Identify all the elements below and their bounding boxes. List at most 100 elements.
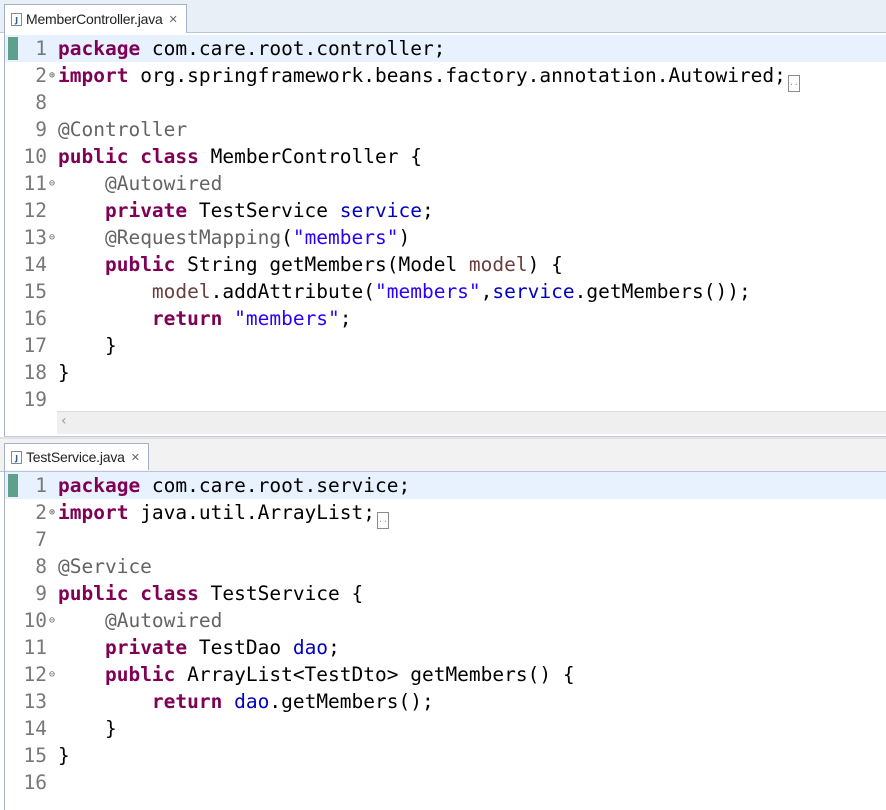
code-token: return [151, 690, 223, 713]
collapse-fold-icon[interactable]: ⊖ [47, 170, 57, 197]
line-number: 9 [35, 582, 47, 605]
code-line[interactable]: 16 [5, 769, 886, 796]
line-number: 2 [35, 64, 47, 87]
code-token: dao [292, 636, 329, 659]
scroll-left-icon[interactable]: ‹ [61, 413, 67, 429]
code-token: service [492, 280, 575, 303]
code-token: } [58, 744, 70, 767]
code-area[interactable]: 1 package com.care.root.service; 2 ⊕ import … [5, 472, 886, 796]
horizontal-scrollbar[interactable]: ‹ [57, 411, 886, 434]
line-number: 8 [35, 91, 47, 114]
code-token: com.care.root.service; [140, 474, 411, 497]
code-line[interactable]: 17 } [5, 332, 886, 359]
line-text: public ArrayList<TestDto> getMembers() { [58, 661, 575, 688]
code-line[interactable]: 8 [5, 89, 886, 116]
code-line[interactable]: 15 model.addAttribute("members",service.… [5, 278, 886, 305]
code-token: public [58, 582, 129, 605]
code-line[interactable]: 11 private TestDao dao; [5, 634, 886, 661]
code-line[interactable]: 15} [5, 742, 886, 769]
editor-member-controller: J MemberController.java ✕ 1 package com.c… [0, 0, 886, 437]
line-number: 7 [35, 528, 47, 551]
code-token: dao [234, 690, 270, 713]
code-line[interactable]: 16 return "members"; [5, 305, 886, 332]
code-token: package [58, 37, 141, 60]
line-number: 8 [35, 555, 47, 578]
line-text: package com.care.root.service; [58, 472, 410, 499]
line-text: } [58, 715, 117, 742]
expand-fold-icon[interactable]: ⊕ [47, 499, 57, 526]
code-token: ) [398, 226, 411, 249]
collapse-fold-icon[interactable]: ⊖ [47, 607, 57, 634]
line-number: 13 [23, 690, 47, 713]
tab-test-service[interactable]: J TestService.java ✕ [4, 443, 149, 470]
editor-tab-strip: J TestService.java ✕ [0, 437, 886, 472]
code-token: com.care.root.controller; [140, 37, 446, 60]
collapse-fold-icon[interactable]: ⊖ [47, 661, 57, 688]
code-line[interactable]: 9 @Controller [5, 116, 886, 143]
collapse-fold-icon[interactable]: ⊖ [47, 224, 57, 251]
code-token: MemberController { [198, 145, 422, 168]
line-number: 9 [35, 118, 47, 141]
code-line[interactable]: 2 ⊕ import org.springframework.beans.facto… [5, 62, 886, 92]
code-token: @RequestMapping [104, 226, 282, 249]
line-text: return dao.getMembers(); [58, 688, 434, 715]
code-line[interactable]: 12 ⊖ public ArrayList<TestDto> getMembers… [5, 661, 886, 688]
line-number: 10 [23, 609, 47, 632]
code-token: TestDao [187, 636, 293, 659]
code-line[interactable]: 14 public String getMembers(Model model)… [5, 251, 886, 278]
code-line[interactable]: 8 @Service [5, 553, 886, 580]
line-text: package com.care.root.controller; [58, 35, 445, 62]
code-line[interactable]: 7 [5, 526, 886, 553]
line-number: 12 [23, 199, 47, 222]
code-line[interactable]: 10 ⊖ @Autowired [5, 607, 886, 634]
line-number: 1 [35, 474, 47, 497]
code-line[interactable]: 1 package com.care.root.service; [5, 472, 886, 499]
line-text: import org.springframework.beans.factory… [58, 62, 800, 92]
code-token: org.springframework.beans.factory.annota… [128, 64, 786, 87]
line-text: public class TestService { [58, 580, 363, 607]
code-line[interactable]: 13 return dao.getMembers(); [5, 688, 886, 715]
line-number: 18 [23, 361, 47, 384]
line-number: 1 [35, 37, 47, 60]
code-token: , [480, 280, 493, 303]
code-token: @Controller [58, 118, 188, 141]
code-line[interactable]: 2 ⊕ import java.util.ArrayList;.. [5, 499, 886, 529]
code-line[interactable]: 13 ⊖ @RequestMapping("members") [5, 224, 886, 251]
code-token: private [104, 636, 188, 659]
line-number: 2 [35, 501, 47, 524]
code-token: return [151, 307, 223, 330]
line-text: } [58, 359, 70, 386]
code-line[interactable]: 1 package com.care.root.controller; [5, 35, 886, 62]
java-file-icon: J [11, 12, 22, 26]
expand-fold-icon[interactable]: ⊕ [47, 62, 57, 89]
code-token: public [58, 145, 129, 168]
line-number: 15 [23, 280, 47, 303]
line-number: 17 [23, 334, 47, 357]
code-line[interactable]: 19 [5, 386, 886, 413]
close-icon[interactable]: ✕ [169, 13, 178, 26]
code-token: } [58, 361, 70, 384]
code-token: package [58, 474, 141, 497]
code-token: ; [339, 307, 352, 330]
close-icon[interactable]: ✕ [131, 451, 140, 464]
code-line[interactable]: 18} [5, 359, 886, 386]
code-token: private [104, 199, 188, 222]
code-line[interactable]: 9 public class TestService { [5, 580, 886, 607]
line-text: @Autowired [58, 607, 222, 634]
tab-member-controller[interactable]: J MemberController.java ✕ [4, 4, 187, 33]
code-token: ; [328, 636, 340, 659]
code-line[interactable]: 11 ⊖ @Autowired [5, 170, 886, 197]
line-number: 16 [23, 771, 47, 794]
code-token: public [104, 253, 176, 276]
code-line[interactable]: 14 } [5, 715, 886, 742]
code-area[interactable]: 1 package com.care.root.controller; 2 ⊕ impo… [5, 35, 886, 413]
code-token: model [468, 253, 528, 276]
code-line[interactable]: 10 public class MemberController { [5, 143, 886, 170]
code-token: model [151, 280, 211, 303]
code-line[interactable]: 12 private TestService service; [5, 197, 886, 224]
